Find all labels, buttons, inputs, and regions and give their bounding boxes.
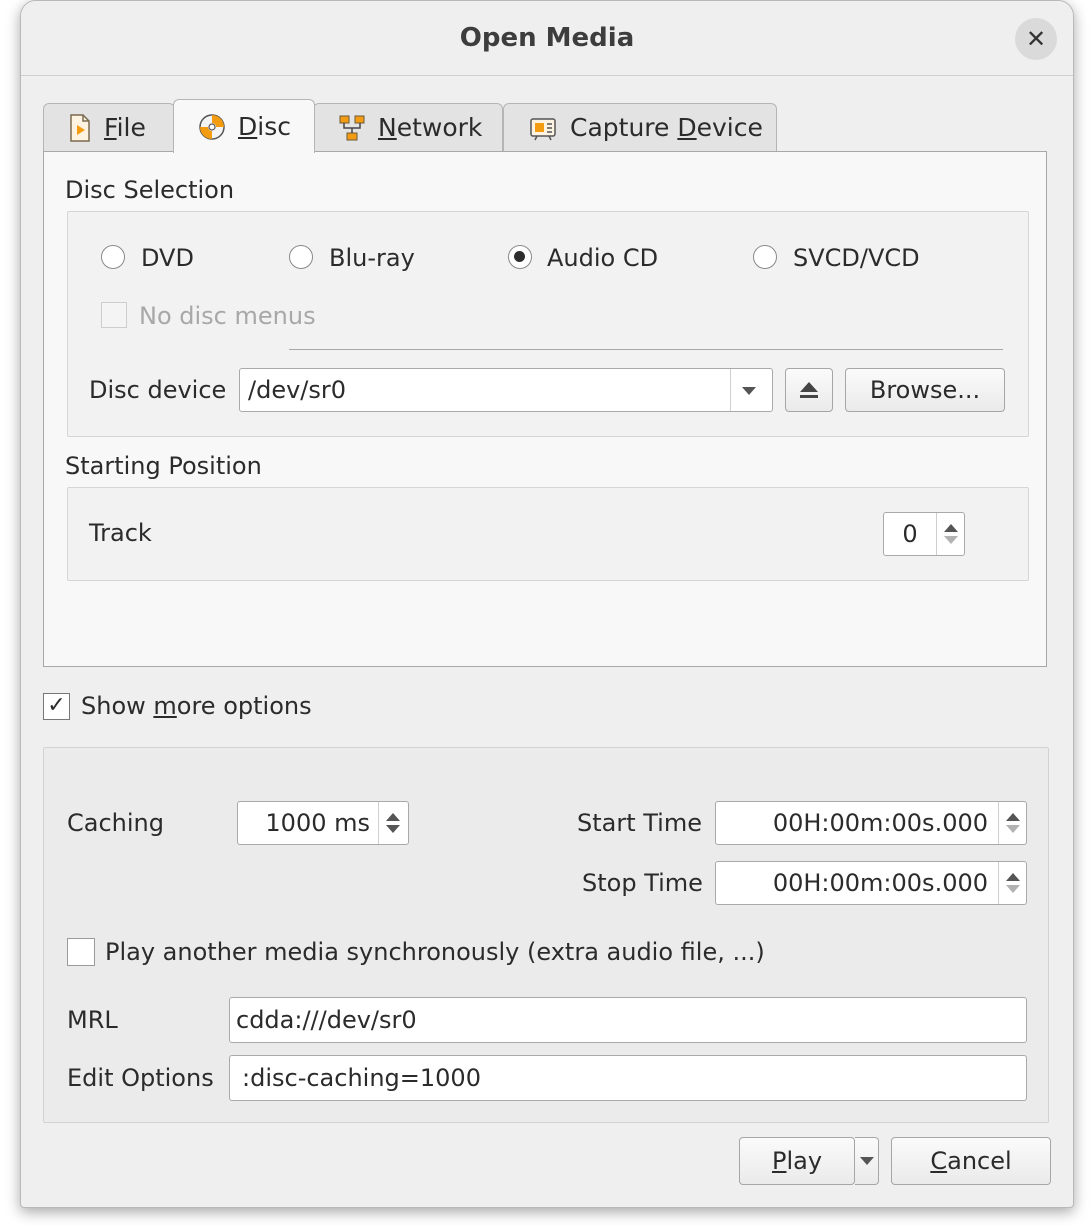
play-button[interactable]: Play <box>739 1137 855 1185</box>
track-value: 0 <box>902 520 918 548</box>
mrl-label: MRL <box>67 1006 118 1034</box>
track-spin-arrows[interactable] <box>936 513 964 555</box>
start-time-spin-arrows[interactable] <box>998 802 1026 844</box>
chevron-down-icon <box>1005 885 1020 893</box>
chevron-down-icon <box>943 536 958 544</box>
starting-position-label: Starting Position <box>65 452 262 480</box>
disc-device-combobox[interactable]: /dev/sr0 <box>239 368 773 412</box>
stop-time-value: 00H:00m:00s.000 <box>772 869 988 897</box>
play-another-media-checkbox[interactable] <box>67 938 95 966</box>
tab-capture-device[interactable]: Capture Device <box>503 103 777 151</box>
radio-dvd-label: DVD <box>141 244 194 272</box>
disc-device-label: Disc device <box>89 376 227 404</box>
eject-icon <box>800 382 818 398</box>
radio-dvd[interactable] <box>101 245 125 269</box>
radio-bluray[interactable] <box>289 245 313 269</box>
close-button[interactable]: ✕ <box>1015 18 1057 60</box>
chevron-down-icon <box>385 825 400 833</box>
show-more-options-label: Show more options <box>81 692 312 720</box>
caching-spin-arrows[interactable] <box>378 802 406 844</box>
play-another-media-label: Play another media synchronously (extra … <box>105 938 765 966</box>
dialog-title: Open Media <box>459 23 635 53</box>
no-disc-menus-checkbox[interactable] <box>101 302 127 328</box>
caching-spinbox[interactable]: 1000 ms <box>237 801 409 845</box>
stop-time-spin-arrows[interactable] <box>998 862 1026 904</box>
open-media-dialog: Open Media ✕ File Disc Network Capture D… <box>20 0 1074 1208</box>
chevron-down-icon <box>742 387 756 395</box>
chevron-up-icon <box>1005 873 1020 881</box>
chevron-up-icon <box>385 813 400 821</box>
browse-button[interactable]: Browse... <box>845 368 1005 412</box>
play-dropdown-button[interactable] <box>855 1137 879 1185</box>
tab-disc[interactable]: Disc <box>173 99 315 153</box>
chevron-up-icon <box>1005 813 1020 821</box>
start-time-spinbox[interactable]: 00H:00m:00s.000 <box>715 801 1027 845</box>
start-time-label: Start Time <box>577 809 702 837</box>
no-disc-menus-label: No disc menus <box>139 302 316 330</box>
disc-selection-label: Disc Selection <box>65 176 235 204</box>
mrl-input[interactable]: cdda:///dev/sr0 <box>229 997 1027 1043</box>
network-icon <box>339 115 365 140</box>
tab-file[interactable]: File <box>43 103 175 151</box>
close-icon: ✕ <box>1025 25 1047 53</box>
edit-options-input[interactable]: :disc-caching=1000 <box>229 1055 1027 1101</box>
disc-icon <box>199 113 225 140</box>
radio-svcd-vcd[interactable] <box>753 245 777 269</box>
chevron-down-icon <box>859 1157 874 1165</box>
file-icon <box>70 113 90 142</box>
show-more-options-checkbox[interactable]: ✓ <box>43 693 70 720</box>
tab-network[interactable]: Network <box>313 103 503 151</box>
checkmark-icon: ✓ <box>47 693 66 718</box>
disc-device-value: /dev/sr0 <box>248 376 347 404</box>
stop-time-label: Stop Time <box>582 869 703 897</box>
separator-line <box>289 349 1003 350</box>
track-spinbox[interactable]: 0 <box>883 512 965 556</box>
radio-audio-cd[interactable] <box>508 245 532 269</box>
start-time-value: 00H:00m:00s.000 <box>772 809 988 837</box>
combobox-divider <box>730 369 731 411</box>
capture-device-icon <box>530 117 556 140</box>
track-label: Track <box>89 519 152 547</box>
radio-audio-cd-label: Audio CD <box>547 244 659 272</box>
chevron-down-icon <box>1005 825 1020 833</box>
caching-label: Caching <box>67 809 164 837</box>
chevron-up-icon <box>943 524 958 532</box>
eject-button[interactable] <box>785 368 833 412</box>
stop-time-spinbox[interactable]: 00H:00m:00s.000 <box>715 861 1027 905</box>
edit-options-label: Edit Options <box>67 1064 214 1092</box>
radio-svcd-vcd-label: SVCD/VCD <box>793 244 920 272</box>
cancel-button[interactable]: Cancel <box>891 1137 1051 1185</box>
radio-bluray-label: Blu-ray <box>329 244 415 272</box>
caching-value: 1000 ms <box>265 809 370 837</box>
